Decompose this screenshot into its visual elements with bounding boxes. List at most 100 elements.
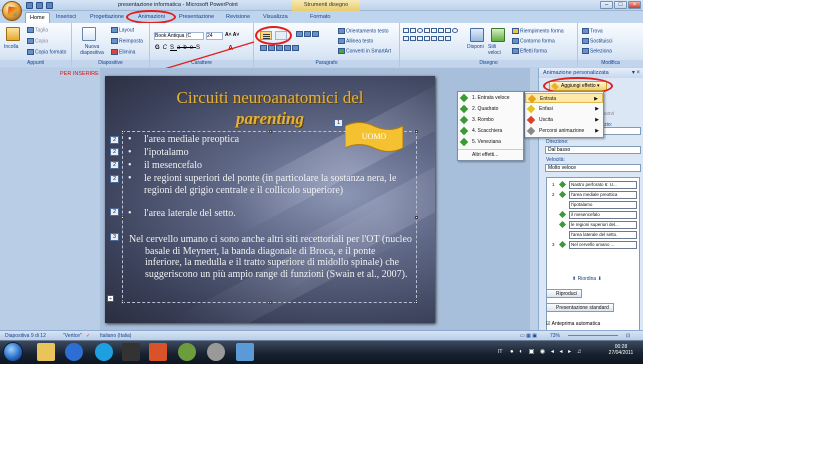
tab-progettazione[interactable]: Progettazione [86, 12, 128, 23]
smartart-button[interactable]: Converti in SmartArt [338, 48, 391, 54]
reorder-control[interactable]: ⬆ Riordina ⬇ [572, 276, 602, 282]
animation-tag[interactable]: 2 [110, 148, 119, 156]
menu-item-entrata[interactable]: Entrata ▶ [525, 93, 603, 104]
group-label: Appunti [0, 60, 71, 67]
bullet-item[interactable]: • l'area laterale del setto. [128, 208, 413, 220]
tab-formato[interactable]: Formato [306, 12, 334, 23]
speed-select[interactable]: Molto veloce [545, 164, 641, 172]
menu-item-rombo[interactable]: 3. Rombo [458, 115, 523, 125]
autopreview-checkbox[interactable]: ☑ Anteprima automatica [546, 321, 600, 327]
zoom-slider[interactable] [568, 335, 618, 336]
align-text-button[interactable]: Allinea testo [338, 38, 373, 44]
menu-item-percorsi[interactable]: Percorsi animazione ▶ [525, 126, 603, 136]
undo-icon[interactable] [36, 2, 43, 9]
format-painter-button[interactable]: Copia formato [27, 49, 66, 55]
redo-icon[interactable] [46, 2, 53, 9]
list-item[interactable]: 3 Nel cervello umano ... [549, 241, 639, 249]
indent-buttons[interactable] [296, 31, 336, 40]
decrease-indent-icon [296, 31, 303, 37]
tab-visualizza[interactable]: Visualizza [259, 12, 292, 23]
menu-item-quadrato[interactable]: 2. Quadrato [458, 104, 523, 114]
media-player-icon[interactable] [65, 343, 83, 361]
close-button[interactable]: × [628, 1, 641, 9]
maximize-button[interactable]: □ [614, 1, 627, 9]
list-item[interactable]: il mesencefalo [549, 211, 639, 219]
slides-pane[interactable] [0, 68, 100, 330]
input-language[interactable]: IT [498, 349, 502, 355]
app-icon[interactable] [178, 343, 196, 361]
grow-font-button[interactable]: A˄ A˅ [225, 32, 239, 38]
list-item[interactable]: le regioni superiori del... [549, 221, 639, 229]
new-slide-button[interactable]: Nuova diapositiva [76, 44, 108, 56]
slideshow-button[interactable]: Presentazione standard [546, 303, 614, 312]
bullet-item[interactable]: • il mesencefalo [128, 160, 413, 172]
bullet-item[interactable]: • le regioni superiori del ponte (in part… [128, 173, 418, 196]
animation-tag[interactable]: 2 [110, 175, 119, 183]
new-slide-icon[interactable] [82, 27, 96, 41]
list-item[interactable]: 1 Nastro perforato 6: U... [549, 181, 639, 189]
minimize-button[interactable]: – [600, 1, 613, 9]
text-direction-button[interactable]: Orientamento testo [338, 28, 389, 34]
menu-item-altri-effetti[interactable]: Altri effetti... [458, 149, 523, 159]
list-item[interactable]: l'ipotalamo [549, 201, 639, 209]
tab-home[interactable]: Home [25, 12, 50, 23]
find-button[interactable]: Trova [582, 28, 603, 34]
explorer-icon[interactable] [37, 343, 55, 361]
skype-icon[interactable] [95, 343, 113, 361]
slide[interactable]: Circuiti neuroanatomici del parenting 1 … [105, 76, 435, 323]
replace-button[interactable]: Sostituisci [582, 38, 613, 44]
bullet-item[interactable]: • l'ipotalamo [128, 147, 413, 159]
tray-icons[interactable]: ● ◐ ▣ ◉ ◂ ◂ ▸ ♫ [510, 348, 583, 355]
clock[interactable]: 00:28 27/04/2011 [606, 344, 636, 356]
animation-tag[interactable]: 1 [334, 119, 343, 127]
tab-inserisci[interactable]: Inserisci [52, 12, 80, 23]
list-item[interactable]: 2 l'area mediale preottica [549, 191, 639, 199]
menu-item-uscita[interactable]: Uscita ▶ [525, 115, 603, 125]
direction-select[interactable]: Dal basso [545, 146, 641, 154]
play-button[interactable]: Riproduci [546, 289, 582, 298]
tab-presentazione[interactable]: Presentazione [175, 12, 218, 23]
delete-slide-button[interactable]: Elimina [111, 49, 135, 55]
app-icon[interactable] [236, 343, 254, 361]
paste-button[interactable]: Incolla [4, 44, 18, 50]
autofit-options-icon[interactable]: ÷ [107, 295, 114, 302]
windows-start-button[interactable] [3, 342, 23, 362]
reset-button[interactable]: Reimposta [111, 38, 143, 44]
add-effect-menu: Entrata ▶ Enfasi ▶ Uscita ▶ Percorsi animaz… [524, 91, 604, 138]
menu-item-scacchiera[interactable]: 4. Scacchiera [458, 126, 523, 136]
group-slides: Nuova diapositiva Layout Reimposta Elimi… [72, 23, 150, 67]
menu-item-enfasi[interactable]: Enfasi ▶ [525, 104, 603, 114]
bullet-item[interactable]: • l'area mediale preoptica [128, 134, 413, 146]
list-item[interactable]: l'area laterale del setto. [549, 231, 639, 239]
arrange-icon[interactable] [470, 28, 484, 42]
paste-icon[interactable] [6, 27, 20, 41]
save-icon[interactable] [26, 2, 33, 9]
menu-item-veneziana[interactable]: 5. Veneziana [458, 137, 523, 147]
pane-close-icon[interactable]: ▾ × [632, 69, 640, 76]
quick-styles-button[interactable]: Stili veloci [488, 44, 508, 56]
animation-tag[interactable]: 2 [110, 208, 119, 216]
layout-button[interactable]: Layout [111, 27, 134, 33]
copy-button[interactable]: Copia [27, 38, 48, 44]
quick-styles-icon[interactable] [491, 28, 505, 42]
app-icon[interactable] [207, 343, 225, 361]
arrange-button[interactable]: Disponi [467, 44, 484, 50]
powerpoint-taskbar-icon[interactable] [149, 343, 167, 361]
font-name-field[interactable]: Book Antiqua (C [154, 32, 204, 40]
tab-revisione[interactable]: Revisione [222, 12, 254, 23]
shape-outline-button[interactable]: Contorno forma [512, 38, 555, 44]
font-size-field[interactable]: 24 [206, 32, 223, 40]
office-button[interactable] [2, 1, 22, 21]
select-button[interactable]: Seleziona [582, 48, 612, 54]
animation-tag[interactable]: 2 [110, 161, 119, 169]
menu-item-entrata-veloce[interactable]: 1. Entrata veloce [458, 93, 523, 103]
cut-button[interactable]: Taglia [27, 27, 48, 33]
content-paragraph[interactable]: Nel cervello umano ci sono anche altri s… [129, 234, 414, 280]
alignment-buttons[interactable] [260, 45, 330, 54]
shape-fill-button[interactable]: Riempimento forma [512, 28, 564, 34]
video-app-icon[interactable] [122, 343, 140, 361]
shape-effects-button[interactable]: Effetti forma [512, 48, 547, 54]
animation-tag[interactable]: 3 [110, 233, 119, 241]
animation-tag[interactable]: 2 [110, 136, 119, 144]
shapes-gallery[interactable] [403, 28, 463, 56]
